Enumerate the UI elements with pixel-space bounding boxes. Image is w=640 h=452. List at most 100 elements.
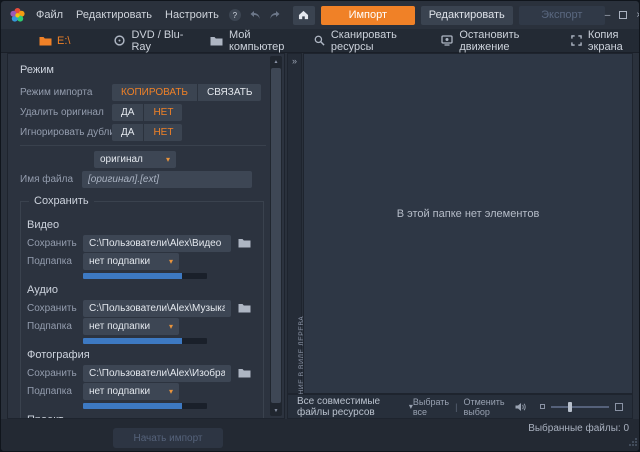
import-settings-panel: Режим Режим импорта КОПИРОВАТЬ СВЯЗАТЬ У… [7, 53, 285, 419]
tab-drive-e[interactable]: E:\ [39, 35, 70, 47]
help-icon[interactable]: ? [229, 9, 241, 21]
group-title: Видео [27, 219, 257, 231]
group-title: Аудио [27, 284, 257, 296]
video-subfolder-dropdown[interactable]: нет подпапки ▾ [83, 253, 179, 270]
settings-content: Режим Режим импорта КОПИРОВАТЬ СВЯЗАТЬ У… [8, 54, 266, 418]
delete-original-toggle: ДА НЕТ [112, 104, 182, 121]
redo-icon[interactable] [269, 10, 281, 20]
source-tabbar: E:\ DVD / Blu-Ray Мой компьютер [1, 29, 639, 53]
deselect-link[interactable]: Отменить выбор [463, 397, 505, 417]
photo-path-input[interactable] [83, 365, 231, 382]
ignore-duplicates-row: Игнорировать дублика... ДА НЕТ [20, 122, 266, 142]
filename-label: Имя файла [20, 174, 82, 185]
footer-bar: Начать импорт Выбранные файлы: 0 [1, 419, 639, 451]
option-no[interactable]: НЕТ [144, 124, 182, 141]
browse-folder-button[interactable] [234, 365, 254, 381]
subfolder-label: Подпапка [27, 386, 83, 397]
filename-input[interactable] [82, 171, 252, 188]
tab-label: DVD / Blu-Ray [131, 29, 185, 53]
scrollbar-thumb[interactable] [271, 68, 281, 403]
folder-icon [238, 368, 251, 378]
disc-icon [114, 35, 125, 46]
expand-panel-icon[interactable]: » [288, 57, 301, 66]
browse-folder-button[interactable] [234, 300, 254, 316]
chevron-down-icon: ▾ [158, 155, 170, 164]
subfolder-row: Подпапка нет подпапки ▾ [27, 382, 257, 400]
browse-folder-button[interactable] [234, 235, 254, 251]
stop-motion-camera-icon [441, 35, 453, 46]
save-path-row: Сохранить [27, 364, 257, 382]
video-path-input[interactable] [83, 235, 231, 252]
edit-mode-button[interactable]: Редактировать [421, 6, 513, 25]
disk-space-bar [83, 338, 207, 344]
ignore-duplicates-toggle: ДА НЕТ [112, 124, 182, 141]
tree-view-strip[interactable]: » ПРЕДСТАВЛЕНИЕ В ВИДЕ ДЕРЕВА [287, 53, 302, 394]
subfolder-row: Подпапка нет подпапки ▾ [27, 317, 257, 335]
tab-stop-motion[interactable]: Остановить движение [441, 29, 546, 53]
ignore-duplicates-label: Игнорировать дублика... [20, 127, 112, 138]
group-title: Фотография [27, 349, 257, 361]
zoom-in-icon[interactable] [615, 403, 623, 411]
delete-original-label: Удалить оригинал [20, 107, 112, 118]
import-mode-button[interactable]: Импорт [321, 6, 415, 25]
menu-bar: Файл Редактировать Настроить [36, 9, 219, 21]
option-copy[interactable]: КОПИРОВАТЬ [112, 84, 198, 101]
tab-label: Сканировать ресурсы [331, 29, 416, 53]
scroll-up-icon[interactable]: ▲ [270, 56, 282, 67]
filename-row: Имя файла [20, 170, 266, 189]
disk-space-bar [83, 403, 207, 409]
speaker-icon[interactable] [515, 402, 526, 412]
tab-my-computer[interactable]: Мой компьютер [210, 29, 289, 53]
save-path-row: Сохранить [27, 234, 257, 252]
search-icon [314, 35, 325, 46]
subfolder-value: нет подпапки [89, 321, 150, 332]
option-yes[interactable]: ДА [112, 104, 144, 121]
subfolder-value: нет подпапки [89, 386, 150, 397]
empty-folder-message: В этой папке нет элементов [397, 208, 540, 220]
import-mode-row: Режим импорта КОПИРОВАТЬ СВЯЗАТЬ [20, 82, 266, 102]
naming-dropdown[interactable]: оригинал ▾ [94, 151, 176, 168]
tab-label: Мой компьютер [229, 29, 289, 53]
save-section: Сохранить Видео Сохранить По [20, 195, 264, 418]
home-icon [298, 10, 309, 20]
close-icon[interactable]: × [636, 10, 640, 21]
asset-browser: В этой папке нет элементов [303, 53, 633, 394]
resize-grip[interactable] [629, 437, 637, 449]
option-no[interactable]: НЕТ [144, 104, 182, 121]
save-group-photo: Фотография Сохранить Подпапка [27, 349, 257, 409]
menu-edit[interactable]: Редактировать [76, 9, 152, 21]
link-divider: | [455, 402, 457, 412]
tab-snapshot[interactable]: Копия экрана [571, 29, 639, 53]
naming-dropdown-value: оригинал [100, 154, 143, 165]
menu-setup[interactable]: Настроить [165, 9, 219, 21]
scroll-down-icon[interactable]: ▼ [270, 405, 282, 416]
option-yes[interactable]: ДА [112, 124, 144, 141]
undo-icon[interactable] [249, 10, 261, 20]
export-mode-button[interactable]: Экспорт [519, 6, 605, 25]
minimize-icon[interactable]: – [605, 10, 611, 21]
titlebar: Файл Редактировать Настроить ? Импорт Ре… [1, 1, 639, 29]
home-button[interactable] [293, 6, 315, 25]
folder-icon [39, 36, 52, 46]
subfolder-value: нет подпапки [89, 256, 150, 267]
select-all-link[interactable]: Выбрать все [413, 397, 449, 417]
save-group-video: Видео Сохранить Подпапка нет п [27, 219, 257, 279]
tab-dvd-bluray[interactable]: DVD / Blu-Ray [114, 29, 185, 53]
audio-path-input[interactable] [83, 300, 231, 317]
menu-file[interactable]: Файл [36, 9, 63, 21]
titlebar-icons: ? [229, 9, 281, 21]
audio-subfolder-dropdown[interactable]: нет подпапки ▾ [83, 318, 179, 335]
zoom-out-icon[interactable] [540, 404, 545, 409]
photo-subfolder-dropdown[interactable]: нет подпапки ▾ [83, 383, 179, 400]
thumbnail-zoom-slider [540, 403, 623, 411]
zoom-slider-track[interactable] [551, 406, 609, 408]
settings-scrollbar[interactable]: ▲ ▼ [270, 56, 282, 416]
start-import-button[interactable]: Начать импорт [113, 428, 223, 448]
maximize-icon[interactable] [619, 11, 627, 19]
save-group-project: Проект Сохранить [27, 414, 257, 418]
file-filter-dropdown[interactable]: Все совместимые файлы ресурсов ▾ [297, 396, 413, 418]
naming-row: оригинал ▾ [94, 149, 266, 169]
zoom-slider-knob[interactable] [568, 402, 572, 412]
option-link[interactable]: СВЯЗАТЬ [198, 84, 261, 101]
tab-scan-assets[interactable]: Сканировать ресурсы [314, 29, 416, 53]
